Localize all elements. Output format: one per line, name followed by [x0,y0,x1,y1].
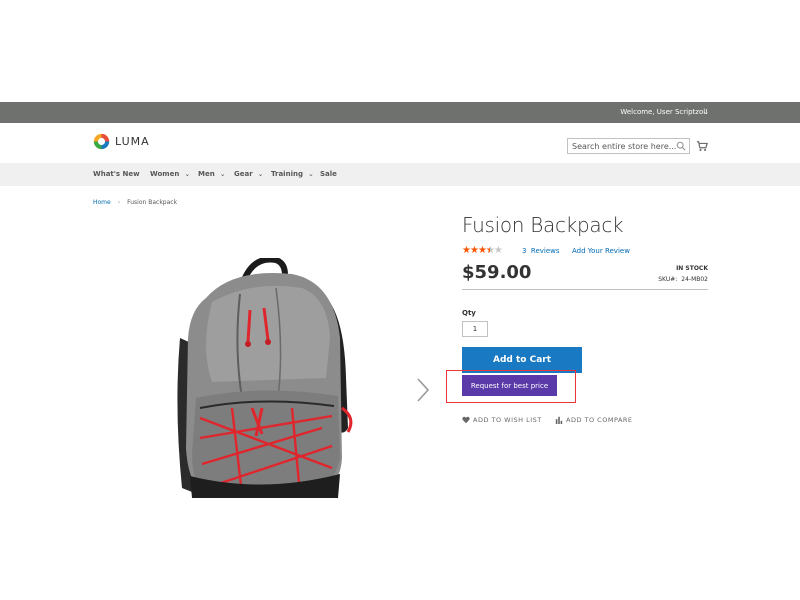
reviews-count: 3 [522,247,527,255]
star-icon: ★ [493,245,503,256]
luma-logo-icon [93,133,110,150]
breadcrumb: Home › Fusion Backpack [93,199,177,206]
qty-label: Qty [462,309,476,317]
chevron-right-icon: › [117,199,121,206]
stock-status: IN STOCK [676,265,708,272]
wishlist-label: ADD TO WISH LIST [473,416,542,424]
sku: SKU#: 24-MB02 [658,276,708,283]
product-image[interactable] [172,258,362,498]
qty-input[interactable]: 1 [462,321,488,337]
nav-item-gear[interactable]: Gear ⌄ [234,170,264,178]
bar-chart-icon [555,416,563,424]
request-best-price-button[interactable]: Request for best price [462,375,557,396]
add-review-link[interactable]: Add Your Review [572,247,630,255]
cart-icon[interactable] [696,140,708,152]
star-icon: ★ [469,245,479,256]
divider [462,289,708,290]
chevron-down-icon: ⌄ [257,170,264,178]
main-nav: What's New Women ⌄ Men ⌄ Gear ⌄ Training ⌄ S… [0,163,800,186]
breadcrumb-home[interactable]: Home [93,199,111,206]
breadcrumb-current: Fusion Backpack [127,199,178,206]
product-price: $59.00 [462,262,532,283]
star-icon: ★ [462,245,471,256]
nav-label: Training [271,170,303,178]
chevron-right-icon[interactable] [414,377,432,403]
nav-label: Gear [234,170,253,178]
logo-text: LUMA [115,135,150,148]
star-icon: ★ [477,245,487,256]
nav-label: What's New [93,170,140,178]
product-title: Fusion Backpack [462,213,624,237]
rating-stars: ★★★★★★ [462,245,503,256]
logo[interactable]: LUMA [93,133,150,150]
top-bar: Welcome, User Scriptzol! ⌄ [0,102,800,123]
search-input[interactable]: Search entire store here... [567,138,690,154]
reviews-link[interactable]: 3 Reviews [522,247,560,255]
nav-label: Men [198,170,215,178]
chevron-down-icon: ⌄ [219,170,226,178]
compare-label: ADD TO COMPARE [566,416,633,424]
nav-item-men[interactable]: Men ⌄ [198,170,226,178]
chevron-down-icon: ⌄ [307,170,314,178]
nav-item-whats-new[interactable]: What's New [93,170,140,178]
search-icon[interactable] [676,141,686,151]
add-to-compare-link[interactable]: ADD TO COMPARE [555,416,633,424]
nav-label: Sale [320,170,337,178]
heart-icon [462,416,470,424]
sku-label: SKU#: [658,276,678,283]
add-to-wishlist-link[interactable]: ADD TO WISH LIST [462,416,542,424]
welcome-message[interactable]: Welcome, User Scriptzol! [620,108,708,116]
chevron-down-icon[interactable]: ⌄ [703,108,709,116]
chevron-down-icon: ⌄ [184,170,191,178]
nav-item-training[interactable]: Training ⌄ [271,170,314,178]
reviews-label: Reviews [530,247,560,255]
nav-item-sale[interactable]: Sale [320,170,337,178]
sku-value: 24-MB02 [681,276,708,283]
search-placeholder: Search entire store here... [572,142,677,151]
nav-label: Women [150,170,180,178]
nav-item-women[interactable]: Women ⌄ [150,170,190,178]
half-star-icon: ★★ [485,245,495,256]
